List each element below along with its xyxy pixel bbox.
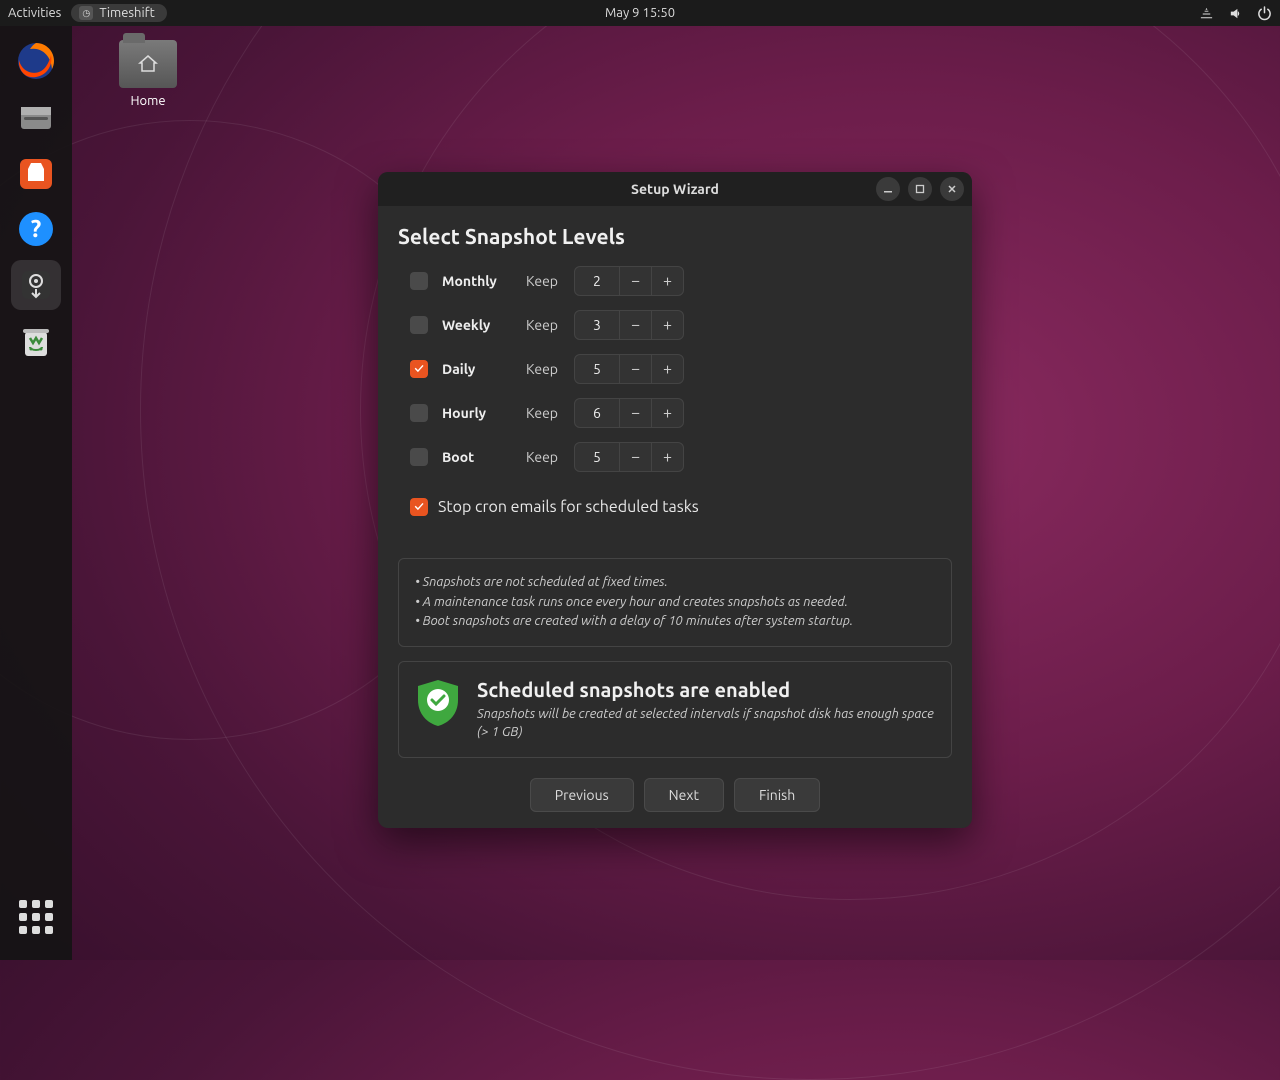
dock-trash[interactable] [11, 316, 61, 366]
dock-timeshift[interactable] [11, 260, 61, 310]
info-line: • Boot snapshots are created with a dela… [415, 612, 935, 632]
status-title: Scheduled snapshots are enabled [477, 678, 935, 701]
info-line: • Snapshots are not scheduled at fixed t… [415, 573, 935, 593]
shield-check-icon [415, 678, 461, 728]
spinner-value[interactable]: 5 [575, 361, 619, 377]
level-checkbox-boot[interactable] [410, 448, 428, 466]
info-panel: • Snapshots are not scheduled at fixed t… [398, 558, 952, 647]
spinner-decrement[interactable]: − [619, 266, 651, 296]
level-name: Boot [442, 449, 512, 465]
power-icon[interactable] [1257, 6, 1272, 21]
svg-text:?: ? [31, 215, 42, 242]
keep-label: Keep [526, 361, 560, 377]
next-button[interactable]: Next [644, 778, 724, 812]
folder-icon [119, 40, 177, 88]
spinner-increment[interactable]: + [651, 310, 683, 340]
maximize-icon [915, 184, 925, 194]
network-icon[interactable] [1199, 6, 1214, 21]
level-row-hourly: Hourly Keep 6−+ [398, 398, 952, 428]
dock-firefox[interactable] [11, 36, 61, 86]
keep-spinner-weekly: 3−+ [574, 310, 684, 340]
desktop-icon-label: Home [108, 94, 188, 108]
spinner-decrement[interactable]: − [619, 398, 651, 428]
minimize-button[interactable] [876, 177, 900, 201]
keep-label: Keep [526, 405, 560, 421]
spinner-decrement[interactable]: − [619, 354, 651, 384]
status-description: Snapshots will be created at selected in… [477, 705, 935, 741]
keep-spinner-daily: 5−+ [574, 354, 684, 384]
keep-spinner-monthly: 2−+ [574, 266, 684, 296]
info-line: • A maintenance task runs once every hou… [415, 593, 935, 613]
spinner-increment[interactable]: + [651, 442, 683, 472]
level-name: Daily [442, 361, 512, 377]
dock-software[interactable] [11, 148, 61, 198]
level-row-monthly: Monthly Keep 2−+ [398, 266, 952, 296]
page-heading: Select Snapshot Levels [398, 224, 952, 248]
timeshift-icon: ◷ [79, 6, 93, 20]
finish-button[interactable]: Finish [734, 778, 820, 812]
desktop-home-folder[interactable]: Home [108, 40, 188, 108]
activities-button[interactable]: Activities [8, 6, 61, 20]
spinner-increment[interactable]: + [651, 354, 683, 384]
maximize-button[interactable] [908, 177, 932, 201]
cron-label: Stop cron emails for scheduled tasks [438, 498, 699, 516]
keep-label: Keep [526, 317, 560, 333]
window-title: Setup Wizard [631, 181, 719, 197]
spinner-decrement[interactable]: − [619, 310, 651, 340]
status-panel: Scheduled snapshots are enabled Snapshot… [398, 661, 952, 758]
level-name: Monthly [442, 273, 512, 289]
previous-button[interactable]: Previous [530, 778, 634, 812]
spinner-value[interactable]: 2 [575, 273, 619, 289]
keep-spinner-hourly: 6−+ [574, 398, 684, 428]
level-row-daily: Daily Keep 5−+ [398, 354, 952, 384]
home-icon [137, 53, 159, 75]
level-checkbox-daily[interactable] [410, 360, 428, 378]
level-checkbox-weekly[interactable] [410, 316, 428, 334]
dock-help[interactable]: ? [11, 204, 61, 254]
keep-label: Keep [526, 449, 560, 465]
close-icon [947, 184, 957, 194]
show-applications[interactable] [11, 892, 61, 942]
spinner-value[interactable]: 6 [575, 405, 619, 421]
topbar-app-indicator[interactable]: ◷ Timeshift [71, 4, 166, 22]
setup-wizard-window: Setup Wizard Select Snapshot Levels Mont… [378, 172, 972, 828]
top-bar: Activities ◷ Timeshift May 9 15:50 [0, 0, 1280, 26]
keep-spinner-boot: 5−+ [574, 442, 684, 472]
volume-icon[interactable] [1228, 6, 1243, 21]
dock-files[interactable] [11, 92, 61, 142]
spinner-increment[interactable]: + [651, 266, 683, 296]
close-button[interactable] [940, 177, 964, 201]
level-row-boot: Boot Keep 5−+ [398, 442, 952, 472]
titlebar[interactable]: Setup Wizard [378, 172, 972, 206]
clock[interactable]: May 9 15:50 [605, 6, 675, 20]
level-checkbox-hourly[interactable] [410, 404, 428, 422]
level-row-weekly: Weekly Keep 3−+ [398, 310, 952, 340]
spinner-increment[interactable]: + [651, 398, 683, 428]
minimize-icon [883, 184, 893, 194]
dock: ? [0, 26, 72, 960]
cron-checkbox[interactable] [410, 498, 428, 516]
spinner-decrement[interactable]: − [619, 442, 651, 472]
spinner-value[interactable]: 5 [575, 449, 619, 465]
level-name: Weekly [442, 317, 512, 333]
topbar-app-name: Timeshift [99, 6, 154, 20]
spinner-value[interactable]: 3 [575, 317, 619, 333]
level-checkbox-monthly[interactable] [410, 272, 428, 290]
level-name: Hourly [442, 405, 512, 421]
keep-label: Keep [526, 273, 560, 289]
